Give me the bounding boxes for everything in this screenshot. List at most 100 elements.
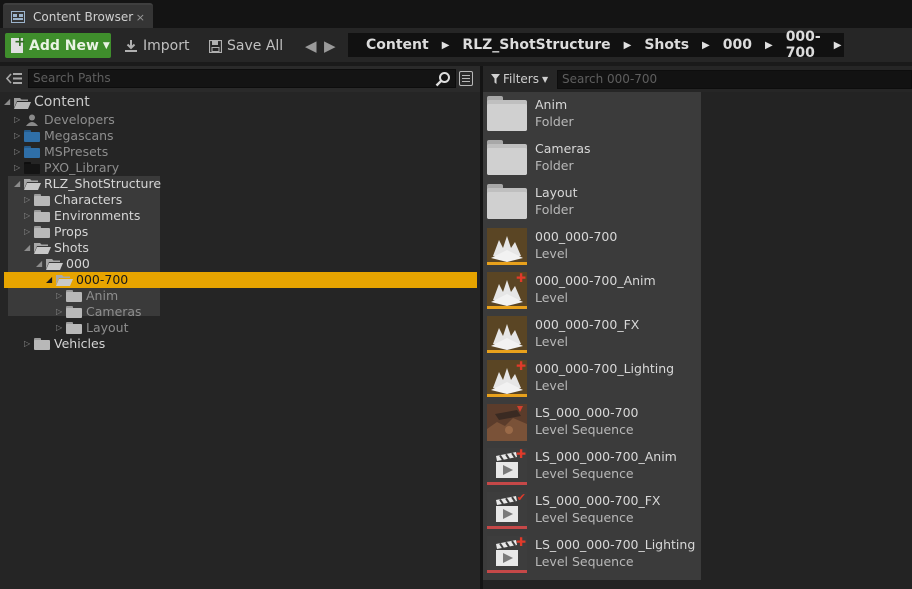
- breadcrumb-000[interactable]: 000: [723, 37, 752, 53]
- asset-tile[interactable]: ✚ 000_000-700_Lighting Level: [483, 356, 701, 400]
- tree-item-developers[interactable]: ▷ Developers: [0, 112, 480, 128]
- add-new-label: Add New: [29, 37, 99, 54]
- collapsed-arrow-icon[interactable]: ▷: [24, 336, 30, 352]
- collapsed-arrow-icon[interactable]: ▷: [24, 208, 30, 224]
- asset-type: Folder: [535, 114, 574, 129]
- filter-icon: [491, 74, 500, 84]
- tree-item-label: RLZ_ShotStructure: [44, 176, 162, 191]
- close-icon[interactable]: ×: [136, 11, 145, 24]
- save-icon: [209, 39, 222, 53]
- tree-item-pxo-library[interactable]: ▷ PXO_Library: [0, 160, 480, 176]
- folder-icon: [66, 306, 82, 318]
- tree-item-label: Shots: [54, 240, 89, 255]
- tree-item-props[interactable]: ▷ Props: [0, 224, 480, 240]
- collapsed-arrow-icon[interactable]: ▷: [14, 144, 20, 160]
- tree-item-shots[interactable]: ◢ Shots: [0, 240, 480, 256]
- asset-name: LS_000_000-700: [535, 405, 639, 420]
- tree-item-label: 000: [66, 256, 90, 271]
- path-view-panel: Search Paths ◢ Content ▷ Developers ▷ Megasca…: [0, 66, 480, 589]
- breadcrumb-separator-icon[interactable]: ▶: [624, 40, 632, 51]
- tree-item-000-700[interactable]: ◢ 000-700: [0, 272, 480, 288]
- collapsed-arrow-icon[interactable]: ▷: [24, 224, 30, 240]
- collapsed-arrow-icon[interactable]: ▷: [14, 160, 20, 176]
- breadcrumb-000-700[interactable]: 000-700: [786, 29, 821, 61]
- tree-item-cameras[interactable]: ▷ Cameras: [0, 304, 480, 320]
- level-sequence-icon: ✚: [487, 536, 527, 573]
- user-folder-icon: [24, 114, 40, 126]
- tree-item-characters[interactable]: ▷ Characters: [0, 192, 480, 208]
- tree-item-rlz-shotstructure[interactable]: ◢ RLZ_ShotStructure: [0, 176, 480, 192]
- tree-item-000[interactable]: ◢ 000: [0, 256, 480, 272]
- tab-content-browser[interactable]: Content Browser ×: [3, 3, 153, 28]
- asset-name: Layout: [535, 185, 578, 200]
- folder-icon: [24, 162, 40, 174]
- path-view-options-icon[interactable]: [459, 71, 473, 86]
- collapsed-arrow-icon[interactable]: ▷: [14, 112, 20, 128]
- collapsed-arrow-icon[interactable]: ▷: [56, 320, 62, 336]
- asset-list: Anim Folder Cameras Folder Layout Folder 000_0…: [483, 92, 701, 580]
- collapsed-arrow-icon[interactable]: ▷: [24, 192, 30, 208]
- expanded-arrow-icon[interactable]: ◢: [24, 240, 30, 256]
- tree-item-anim[interactable]: ▷ Anim: [0, 288, 480, 304]
- tree-item-environments[interactable]: ▷ Environments: [0, 208, 480, 224]
- folder-open-icon: [34, 242, 51, 254]
- new-document-icon: [11, 34, 26, 53]
- tree-item-megascans[interactable]: ▷ Megascans: [0, 128, 480, 144]
- tree-item-label: Megascans: [44, 128, 114, 143]
- chevron-down-icon: ▼: [541, 74, 549, 84]
- breadcrumb-separator-icon[interactable]: ▶: [834, 40, 842, 51]
- level-thumbnail-icon: [487, 316, 527, 353]
- expanded-arrow-icon[interactable]: ◢: [46, 272, 52, 288]
- breadcrumb-separator-icon[interactable]: ▶: [442, 40, 450, 51]
- asset-tile[interactable]: Cameras Folder: [483, 136, 701, 180]
- folder-icon: [24, 130, 40, 142]
- tree-item-mspresets[interactable]: ▷ MSPresets: [0, 144, 480, 160]
- expanded-arrow-icon[interactable]: ◢: [36, 256, 42, 272]
- asset-tile[interactable]: ✚ LS_000_000-700_Anim Level Sequence: [483, 444, 701, 488]
- breadcrumb-separator-icon[interactable]: ▶: [765, 40, 773, 51]
- tree-item-content[interactable]: ◢ Content: [0, 94, 480, 110]
- asset-tile[interactable]: ✚ 000_000-700_Anim Level: [483, 268, 701, 312]
- chevron-down-icon: ▼: [102, 40, 110, 51]
- asset-tile[interactable]: ✔ LS_000_000-700_FX Level Sequence: [483, 488, 701, 532]
- asset-name: LS_000_000-700_Anim: [535, 449, 677, 464]
- collapsed-arrow-icon[interactable]: ▷: [56, 304, 62, 320]
- collapsed-arrow-icon[interactable]: ▷: [56, 288, 62, 304]
- expanded-arrow-icon[interactable]: ◢: [14, 176, 20, 192]
- search-paths-input[interactable]: Search Paths: [28, 69, 456, 88]
- folder-open-icon: [14, 97, 32, 109]
- level-thumbnail-icon: ✚: [487, 272, 527, 309]
- tree-item-layout[interactable]: ▷ Layout: [0, 320, 480, 336]
- asset-tile[interactable]: Layout Folder: [483, 180, 701, 224]
- back-arrow-icon[interactable]: ◀: [305, 37, 317, 55]
- filters-button[interactable]: Filters ▼: [491, 72, 548, 86]
- tree-item-label: 000-700: [76, 272, 129, 287]
- toggle-sources-icon[interactable]: [6, 71, 22, 86]
- collapsed-arrow-icon[interactable]: ▷: [14, 128, 20, 144]
- asset-tile[interactable]: 000_000-700 Level: [483, 224, 701, 268]
- search-assets-input[interactable]: Search 000-700: [557, 70, 912, 89]
- asset-tile[interactable]: ✚ LS_000_000-700_Lighting Level Sequence: [483, 532, 701, 576]
- breadcrumb-content[interactable]: Content: [366, 37, 429, 53]
- folder-thumbnail-icon: [487, 140, 527, 177]
- breadcrumb-rlz-shotstructure[interactable]: RLZ_ShotStructure: [462, 37, 610, 53]
- asset-name: Anim: [535, 97, 568, 112]
- asset-tile[interactable]: LS_000_000-700 Level Sequence: [483, 400, 701, 444]
- tree-item-vehicles[interactable]: ▷ Vehicles: [0, 336, 480, 352]
- add-new-button[interactable]: Add New ▼: [5, 33, 111, 58]
- asset-tile[interactable]: Anim Folder: [483, 92, 701, 136]
- filters-label: Filters: [503, 72, 539, 86]
- asset-name: LS_000_000-700_Lighting: [535, 537, 696, 552]
- asset-tile[interactable]: 000_000-700_FX Level: [483, 312, 701, 356]
- forward-arrow-icon[interactable]: ▶: [324, 37, 336, 55]
- save-all-button[interactable]: Save All: [209, 37, 283, 55]
- asset-type: Level: [535, 246, 568, 261]
- tree-item-label: Layout: [86, 320, 129, 335]
- tree-item-label: Developers: [44, 112, 115, 127]
- tree-item-label: Anim: [86, 288, 119, 303]
- breadcrumb-shots[interactable]: Shots: [644, 37, 689, 53]
- tree-item-label: Props: [54, 224, 89, 239]
- expanded-arrow-icon[interactable]: ◢: [4, 94, 10, 110]
- breadcrumb-separator-icon[interactable]: ▶: [702, 40, 710, 51]
- import-button[interactable]: Import: [124, 37, 189, 55]
